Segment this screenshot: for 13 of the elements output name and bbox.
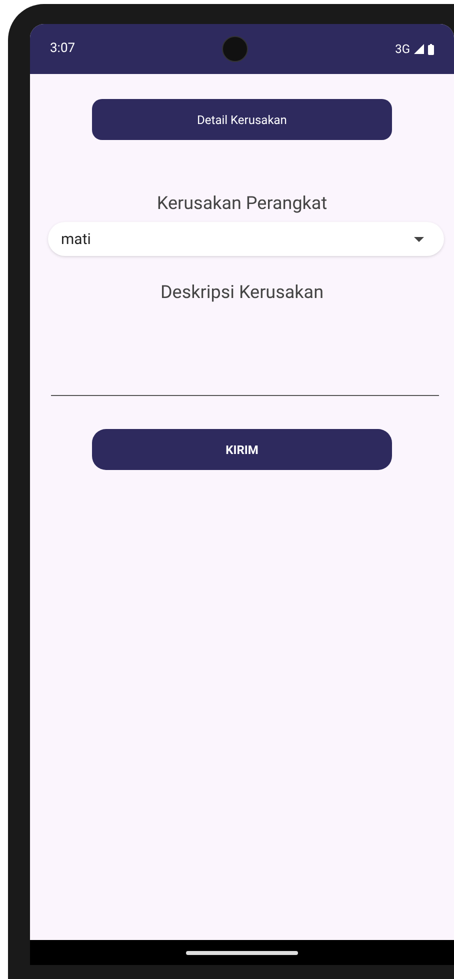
field-label: Deskripsi Kerusakan bbox=[160, 281, 324, 305]
dropdown-value: mati bbox=[61, 228, 91, 250]
field-label: Kerusakan Perangkat bbox=[156, 192, 328, 216]
signal-icon bbox=[414, 44, 424, 54]
submit-button[interactable]: KIRIM bbox=[92, 429, 392, 470]
caret-icon bbox=[414, 236, 424, 242]
home-handle[interactable] bbox=[186, 950, 298, 954]
battery-icon bbox=[428, 44, 434, 54]
camera-icon bbox=[222, 36, 248, 62]
dropdown[interactable]: mati bbox=[48, 222, 444, 256]
clock: 3:07 bbox=[50, 40, 76, 58]
detail-button[interactable]: Detail Kerusakan bbox=[92, 99, 392, 140]
network-type: 3G bbox=[395, 41, 410, 58]
